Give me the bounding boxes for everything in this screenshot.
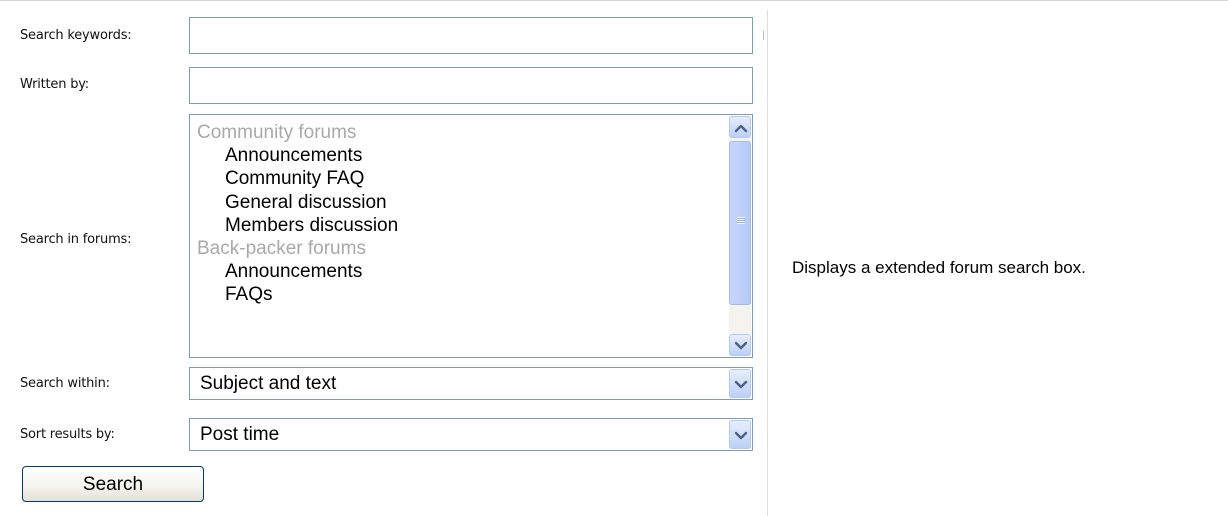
- forum-list-item[interactable]: General discussion: [190, 191, 720, 214]
- scroll-down-button[interactable]: [729, 334, 751, 356]
- within-dropdown-button[interactable]: [729, 369, 751, 398]
- search-button[interactable]: Search: [22, 466, 204, 502]
- sort-label: Sort results by:: [20, 427, 115, 442]
- forum-group-item[interactable]: Community forums: [190, 121, 720, 144]
- within-select[interactable]: Subject and text: [189, 367, 753, 400]
- author-label: Written by:: [20, 77, 89, 92]
- grip-icon: [737, 217, 745, 224]
- sort-dropdown-button[interactable]: [729, 420, 751, 449]
- sort-value: Post time: [200, 424, 280, 445]
- forum-list-item[interactable]: Community FAQ: [190, 167, 720, 190]
- forums-list: Community forums Announcements Community F…: [190, 121, 720, 307]
- keywords-input[interactable]: [189, 17, 753, 54]
- forums-listbox[interactable]: Community forums Announcements Community F…: [189, 114, 753, 358]
- chevron-down-icon: [734, 380, 748, 389]
- sort-select[interactable]: Post time: [189, 418, 753, 451]
- forum-list-item[interactable]: Members discussion: [190, 214, 720, 237]
- chevron-down-icon: [734, 341, 748, 350]
- column-divider: [767, 10, 768, 516]
- forums-label: Search in forums:: [20, 232, 132, 247]
- forum-list-item[interactable]: Announcements: [190, 260, 720, 283]
- widget-description: Displays a extended forum search box.: [792, 258, 1086, 277]
- scroll-up-button[interactable]: [729, 116, 751, 138]
- within-value: Subject and text: [200, 373, 337, 394]
- forum-group-item[interactable]: Back-packer forums: [190, 237, 720, 260]
- page: Search keywords: Written by: Search in f…: [0, 0, 1228, 516]
- forum-list-item[interactable]: Announcements: [190, 144, 720, 167]
- forums-scrollbar[interactable]: [729, 116, 751, 356]
- chevron-down-icon: [734, 431, 748, 440]
- within-label: Search within:: [20, 376, 110, 391]
- forum-list-item[interactable]: FAQs: [190, 283, 720, 306]
- frame-border: [0, 0, 1228, 1]
- scroll-thumb[interactable]: [729, 141, 751, 305]
- keywords-label: Search keywords:: [20, 28, 132, 43]
- chevron-up-icon: [734, 124, 748, 133]
- author-input[interactable]: [189, 67, 753, 104]
- resize-tick: [763, 31, 764, 40]
